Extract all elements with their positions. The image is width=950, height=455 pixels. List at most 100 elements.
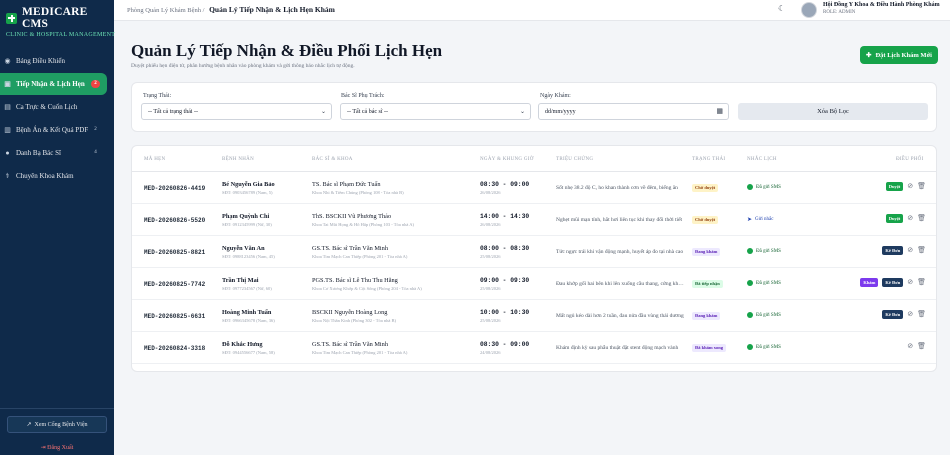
appointment-date: 26/08/2026: [480, 190, 501, 195]
status-badge: Đã khám xong: [692, 344, 727, 352]
sidebar-footer: ↗ Xem Cổng Bệnh Viện ⇥ Đăng Xuất: [0, 408, 114, 455]
appointment-date: 24/08/2026: [480, 350, 501, 355]
user-icon: ●: [5, 149, 10, 157]
patient-name: Phạm Quỳnh Chi: [222, 213, 270, 220]
table-header: MÃ HẸN BỆNH NHÂN BÁC SĨ & KHOA NGÀY & KH…: [132, 146, 936, 172]
cancel-icon[interactable]: ⊘: [907, 246, 913, 255]
table-row[interactable]: MED-20260824-3318 Đỗ Khắc Hưng SĐT: 094455…: [132, 333, 936, 364]
appointment-code: MED-20260825-8821: [144, 249, 206, 256]
brand-subtitle: CLINIC & HOSPITAL MANAGEMENT: [6, 32, 116, 38]
stethoscope-icon: ⚕: [5, 172, 10, 180]
portal-button[interactable]: ↗ Xem Cổng Bệnh Viện: [7, 416, 107, 433]
patient-name: Đỗ Khắc Hưng: [222, 341, 263, 348]
table-row[interactable]: MED-20260825-8821 Nguyễn Văn An SĐT: 09881…: [132, 237, 936, 268]
cancel-icon[interactable]: ⊘: [907, 278, 913, 287]
patient-phone: SĐT: 0912345999 (Nữ, 30): [222, 222, 272, 227]
reminder-label: Đã gửi SMS: [756, 344, 781, 350]
sidebar-badge: 2: [91, 80, 100, 88]
brand-title: MEDICARE CMS: [22, 6, 88, 30]
approve-button[interactable]: Duyệt: [885, 182, 904, 191]
time-slot: 14:00 - 14:30: [480, 213, 530, 220]
table-row[interactable]: MED-20260825-7742 Trần Thị Mai SĐT: 097723…: [132, 269, 936, 300]
date-filter-input[interactable]: dd/mm/yyyy ▦: [538, 103, 729, 120]
trash-icon[interactable]: 🗑: [917, 310, 926, 319]
sidebar: MEDICARE CMS CLINIC & HOSPITAL MANAGEMEN…: [0, 0, 116, 455]
trash-icon[interactable]: 🗑: [917, 278, 926, 287]
sidebar-item-appointments[interactable]: ▣ Tiếp Nhận & Lịch Hẹn 2: [0, 73, 107, 95]
cancel-icon[interactable]: ⊘: [907, 342, 913, 351]
dashboard-icon: ◉: [4, 57, 11, 65]
column-header: TRIỆU CHỨNG: [556, 157, 594, 162]
sidebar-item-doctors[interactable]: ● Danh Bạ Bác Sĩ 4: [0, 142, 107, 164]
user-role: ROLE: ADMIN: [823, 10, 856, 15]
sidebar-badge: 2: [94, 127, 97, 132]
time-slot: 08:30 - 09:00: [480, 341, 530, 348]
calendar-icon: ▣: [4, 80, 11, 88]
cancel-icon[interactable]: ⊘: [907, 214, 913, 223]
medical-cross-icon: [6, 12, 17, 24]
send-reminder-button[interactable]: ➤ Gửi nhắc: [747, 216, 773, 223]
clear-filters-button[interactable]: Xóa Bộ Lọc: [738, 103, 928, 120]
patient-phone: SĐT: 0988123456 (Nam, 45): [222, 254, 275, 259]
department: Khoa Nội Thần Kinh (Phòng 302 - Tòa nhà …: [312, 318, 396, 323]
row-actions: Kê Đơn ⊘ 🗑: [882, 246, 926, 255]
approve-button[interactable]: Duyệt: [885, 214, 904, 223]
appointment-code: MED-20260826-4419: [144, 185, 206, 192]
sidebar-item-shifts[interactable]: ▤ Ca Trực & Cuốn Lịch: [0, 96, 107, 118]
appointment-date: 26/08/2026: [480, 222, 501, 227]
table-row[interactable]: MED-20260826-5520 Phạm Quỳnh Chi SĐT: 0912…: [132, 205, 936, 236]
doctor-filter-select[interactable]: -- Tất cả bác sĩ -- ⌄: [340, 103, 531, 120]
logout-icon: ⇥: [40, 445, 46, 451]
trash-icon[interactable]: 🗑: [917, 182, 926, 191]
filter-card: Trạng Thái: -- Tất cả trạng thái -- ⌄ Bá…: [131, 82, 937, 132]
file-icon: ▥: [4, 126, 11, 134]
time-slot: 10:00 - 10:30: [480, 309, 530, 316]
table-row[interactable]: MED-20260825-6631 Hoàng Minh Tuấn SĐT: 096…: [132, 301, 936, 332]
patient-name: Hoàng Minh Tuấn: [222, 309, 272, 316]
new-appointment-button[interactable]: ✚ Đặt Lịch Khám Mới: [860, 46, 938, 64]
symptom-text: Tức ngực trái khi vận động mạnh, huyết á…: [556, 249, 684, 255]
status-badge: Đang khám: [692, 312, 721, 320]
prescribe-button[interactable]: Kê Đơn: [882, 246, 904, 255]
user-menu[interactable]: Hội Đồng Y Khoa & Điều Hành Phòng Khám R…: [798, 1, 950, 20]
examine-button[interactable]: Khám: [860, 278, 879, 287]
sidebar-item-specialties[interactable]: ⚕ Chuyên Khoa Khám: [0, 165, 107, 187]
prescribe-button[interactable]: Kê Đơn: [882, 310, 904, 319]
logout-button[interactable]: ⇥ Đăng Xuất: [0, 444, 114, 451]
calendar-icon[interactable]: ▦: [716, 107, 723, 115]
reminder-label: Đã gửi SMS: [756, 312, 781, 318]
prescribe-button[interactable]: Kê Đơn: [882, 278, 904, 287]
breadcrumb-parent[interactable]: Phòng Quản Lý Khám Bệnh /: [127, 7, 204, 14]
reminder-label: Gửi nhắc: [755, 217, 774, 222]
reminder-status: Đã gửi SMS: [747, 280, 781, 286]
column-header: BÁC SĨ & KHOA: [312, 157, 353, 162]
patient-phone: SĐT: 0977234567 (Nữ, 60): [222, 286, 272, 291]
status-badge: Chờ duyệt: [692, 216, 719, 224]
trash-icon[interactable]: 🗑: [917, 342, 926, 351]
patient-name: Bé Nguyễn Gia Bảo: [222, 181, 275, 188]
cancel-icon[interactable]: ⊘: [907, 182, 913, 191]
column-header: TRẠNG THÁI: [692, 157, 726, 162]
table-row[interactable]: MED-20260826-4419 Bé Nguyễn Gia Bảo SĐT: 0…: [132, 173, 936, 204]
topbar: Phòng Quản Lý Khám Bệnh / Quản Lý Tiếp N…: [114, 0, 950, 21]
doctor-name: PGS.TS. Bác sĩ Lê Thu Thu Hằng: [312, 277, 398, 284]
sidebar-item-dashboard[interactable]: ◉ Bảng Điều Khiển: [0, 50, 107, 72]
logout-label: Đăng Xuất: [47, 445, 74, 451]
row-actions: Khám Kê Đơn ⊘ 🗑: [860, 278, 926, 287]
status-filter-value: -- Tất cả trạng thái --: [148, 108, 199, 115]
status-filter-select[interactable]: -- Tất cả trạng thái -- ⌄: [141, 103, 332, 120]
trash-icon[interactable]: 🗑: [917, 214, 926, 223]
appointment-code: MED-20260826-5520: [144, 217, 206, 224]
sidebar-item-records[interactable]: ▥ Bệnh Án & Kết Quả PDF 2: [0, 119, 107, 141]
trash-icon[interactable]: 🗑: [917, 246, 926, 255]
cancel-icon[interactable]: ⊘: [907, 310, 913, 319]
moon-icon[interactable]: ☾: [778, 4, 785, 13]
portal-button-label: Xem Cổng Bệnh Viện: [34, 421, 88, 428]
column-header: NGÀY & KHUNG GIỜ: [480, 157, 534, 162]
reminder-label: Đã gửi SMS: [756, 184, 781, 190]
appointment-date: 25/08/2026: [480, 318, 501, 323]
chevron-down-icon: ⌄: [519, 109, 525, 115]
status-badge: Đang khám: [692, 248, 721, 256]
doctor-name: BSCKII Nguyễn Hoàng Long: [312, 309, 388, 316]
row-actions: Duyệt ⊘ 🗑: [885, 182, 926, 191]
